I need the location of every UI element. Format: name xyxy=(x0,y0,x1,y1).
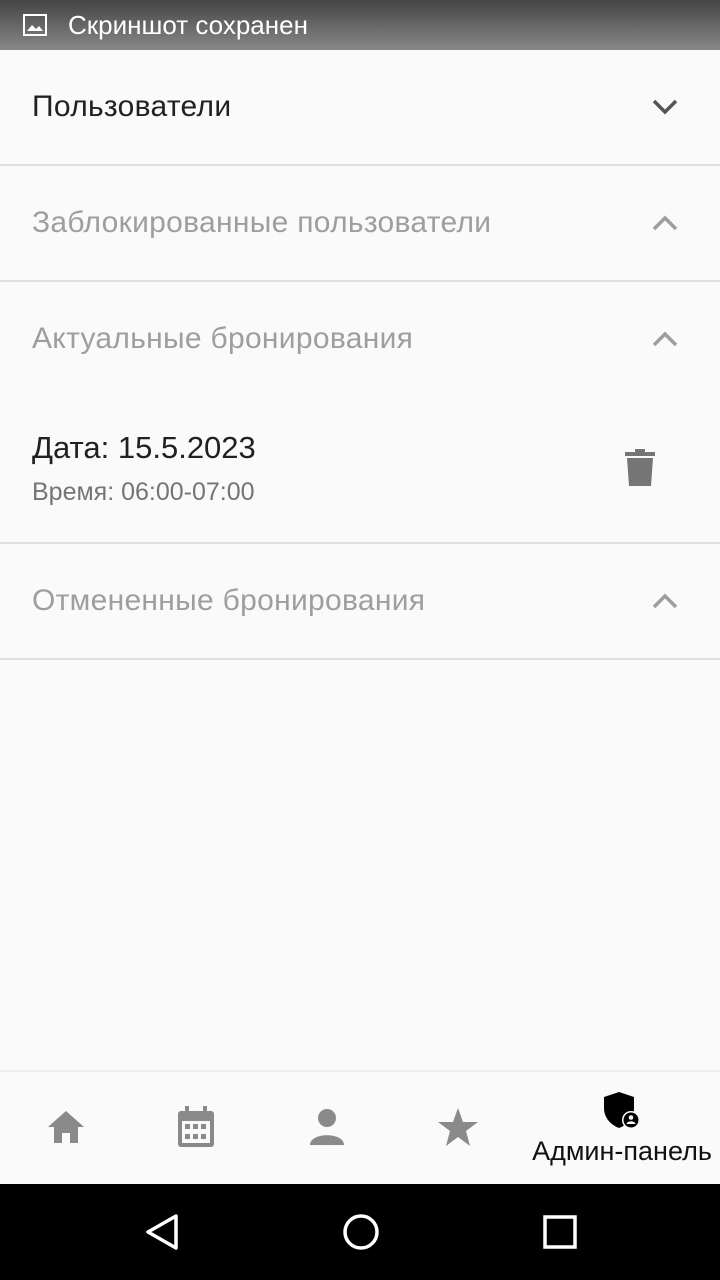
home-icon xyxy=(46,1109,86,1150)
section-users[interactable]: Пользователи xyxy=(0,50,720,166)
nav-item-calendar[interactable] xyxy=(160,1072,232,1186)
chevron-down-icon[interactable] xyxy=(650,92,680,122)
booking-date: Дата: 15.5.2023 xyxy=(32,430,256,465)
person-icon xyxy=(309,1108,345,1151)
back-icon[interactable] xyxy=(142,1212,182,1252)
admin-shield-icon xyxy=(602,1091,642,1134)
bottom-nav: Админ-панель xyxy=(0,1070,720,1184)
chevron-up-icon[interactable] xyxy=(650,324,680,354)
section-title: Отмененные бронирования xyxy=(32,584,426,617)
nav-item-favorites[interactable] xyxy=(422,1072,494,1186)
booking-time: Время: 06:00-07:00 xyxy=(32,478,255,506)
star-icon xyxy=(437,1107,479,1152)
section-header[interactable]: Отмененные бронирования xyxy=(0,544,720,658)
trash-icon[interactable] xyxy=(618,444,662,492)
nav-item-home[interactable] xyxy=(30,1072,102,1186)
section-header[interactable]: Пользователи xyxy=(0,50,720,164)
chevron-up-icon[interactable] xyxy=(650,586,680,616)
booking-item: Дата: 15.5.2023 Время: 06:00-07:00 xyxy=(0,400,720,540)
home-circle-icon[interactable] xyxy=(341,1212,381,1252)
calendar-icon xyxy=(177,1105,215,1153)
section-title: Заблокированные пользователи xyxy=(32,206,492,239)
system-nav-bar xyxy=(0,1184,720,1280)
image-icon xyxy=(22,14,48,36)
chevron-up-icon[interactable] xyxy=(650,208,680,238)
section-title: Актуальные бронирования xyxy=(32,322,414,355)
nav-item-admin[interactable]: Админ-панель xyxy=(524,1072,720,1186)
section-header[interactable]: Заблокированные пользователи xyxy=(0,166,720,280)
section-header[interactable]: Актуальные бронирования xyxy=(0,282,720,396)
nav-label-admin: Админ-панель xyxy=(532,1136,712,1166)
section-title: Пользователи xyxy=(32,90,232,123)
status-bar: Скриншот сохранен xyxy=(0,0,720,50)
recents-icon[interactable] xyxy=(540,1212,580,1252)
section-blocked-users[interactable]: Заблокированные пользователи xyxy=(0,166,720,282)
section-cancelled-bookings[interactable]: Отмененные бронирования xyxy=(0,544,720,660)
status-text: Скриншот сохранен xyxy=(68,9,308,40)
nav-item-profile[interactable] xyxy=(291,1072,363,1186)
